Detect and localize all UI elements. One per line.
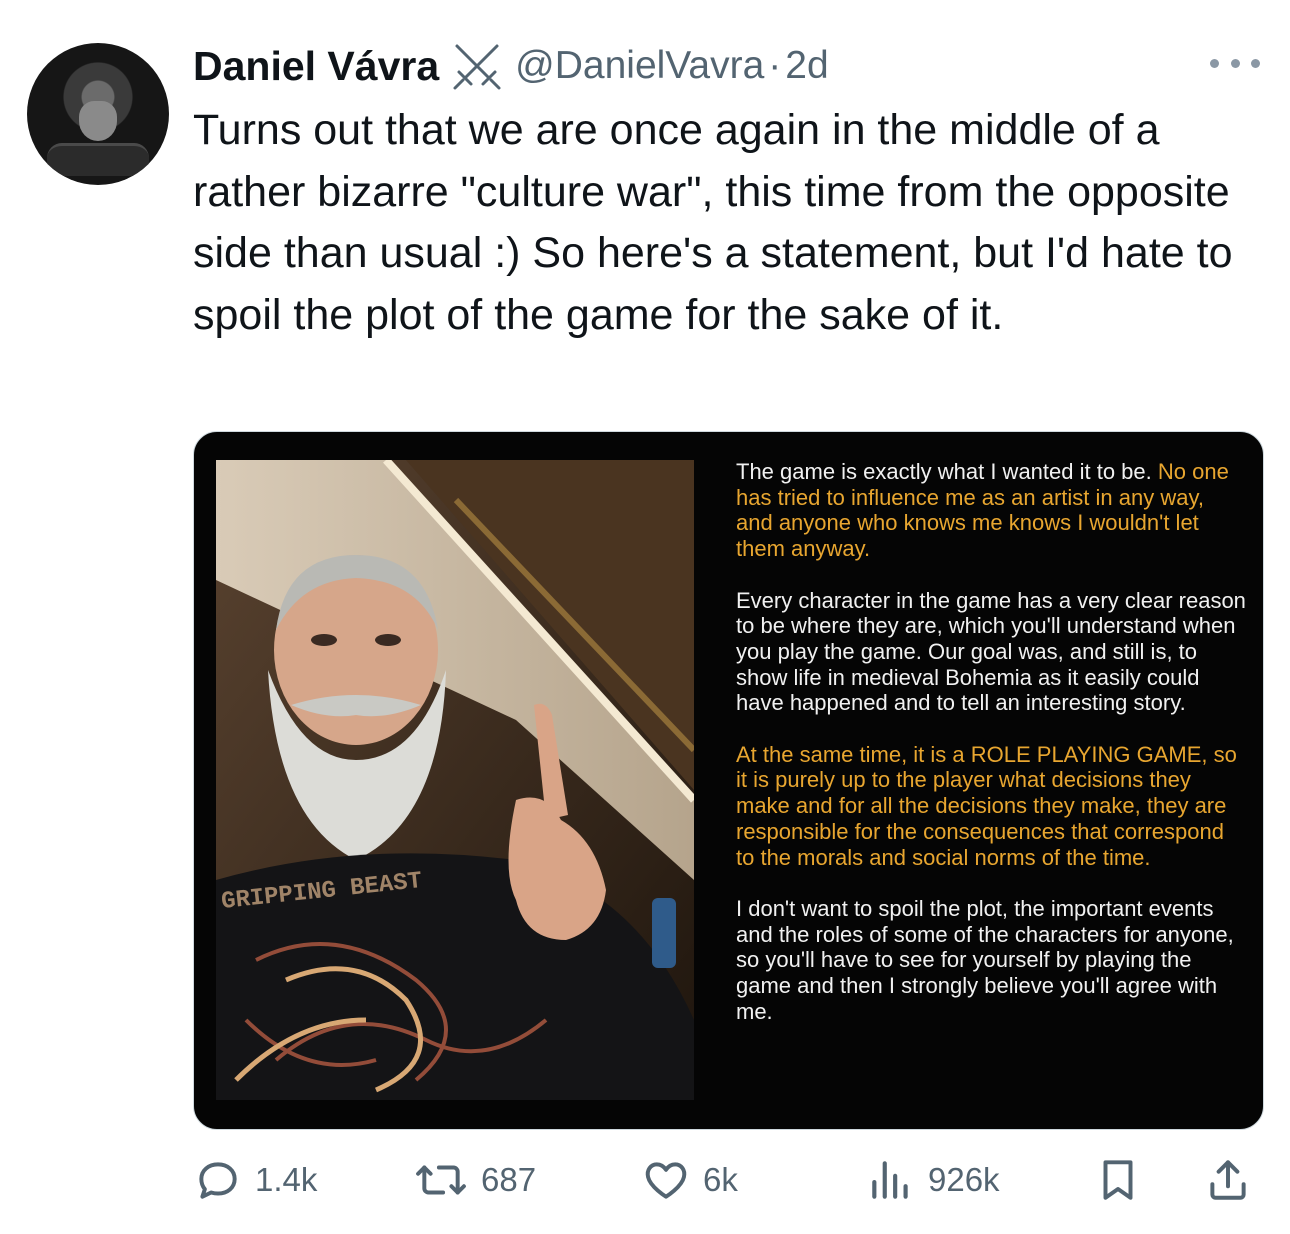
reply-icon <box>199 1162 237 1199</box>
like-count: 6k <box>703 1161 738 1198</box>
tweet-header: Daniel Vávra @DanielVavra · 2d <box>193 40 829 92</box>
like-button[interactable]: 6k <box>641 1150 738 1210</box>
more-icon[interactable] <box>1210 48 1260 78</box>
bookmark-button[interactable] <box>1093 1150 1143 1210</box>
share-button[interactable] <box>1203 1150 1253 1210</box>
statement-paragraph: Every character in the game has a very c… <box>736 588 1246 717</box>
statement-yellow-text: At the same time, it is a ROLE PLAYING G… <box>736 741 1237 870</box>
views-icon <box>872 1161 908 1199</box>
header-separator: · <box>768 44 782 87</box>
views-count: 926k <box>928 1161 1000 1198</box>
reply-count: 1.4k <box>255 1161 318 1198</box>
statement-white-text: The game is exactly what I wanted it to … <box>736 459 1152 484</box>
repost-button[interactable]: 687 <box>413 1150 536 1210</box>
reply-button[interactable]: 1.4k <box>193 1150 317 1210</box>
tweet-media[interactable]: GRIPPING BEAST The game is exactly what … <box>193 431 1264 1130</box>
tweet-text: Turns out that we are once again in the … <box>193 106 1233 339</box>
avatar-beard <box>79 101 117 141</box>
repost-icon <box>416 1165 466 1195</box>
like-icon <box>645 1162 687 1199</box>
tweet-actions: 1.4k 687 6k 926k <box>193 1150 1263 1210</box>
post-time[interactable]: 2d <box>785 44 828 88</box>
avatar-arms <box>47 143 149 176</box>
statement-text: The game is exactly what I wanted it to … <box>736 459 1246 1050</box>
statement-paragraph: At the same time, it is a ROLE PLAYING G… <box>736 742 1246 871</box>
views-button[interactable]: 926k <box>866 1150 1000 1210</box>
statement-paragraph: The game is exactly what I wanted it to … <box>736 459 1246 562</box>
statement-white-text: Every character in the game has a very c… <box>736 587 1246 716</box>
author-handle[interactable]: @DanielVavra <box>515 44 764 88</box>
author-name[interactable]: Daniel Vávra <box>193 43 439 90</box>
share-icon <box>1210 1160 1246 1200</box>
statement-white-text: I don't want to spoil the plot, the impo… <box>736 895 1234 1024</box>
author-avatar[interactable] <box>27 43 169 185</box>
statement-paragraph: I don't want to spoil the plot, the impo… <box>736 896 1246 1025</box>
media-photo: GRIPPING BEAST <box>216 460 694 1100</box>
repost-count: 687 <box>481 1161 537 1198</box>
photo-illustration: GRIPPING BEAST <box>216 460 694 1100</box>
crossed-swords-badge-icon <box>453 44 501 90</box>
bookmark-icon <box>1103 1160 1133 1200</box>
